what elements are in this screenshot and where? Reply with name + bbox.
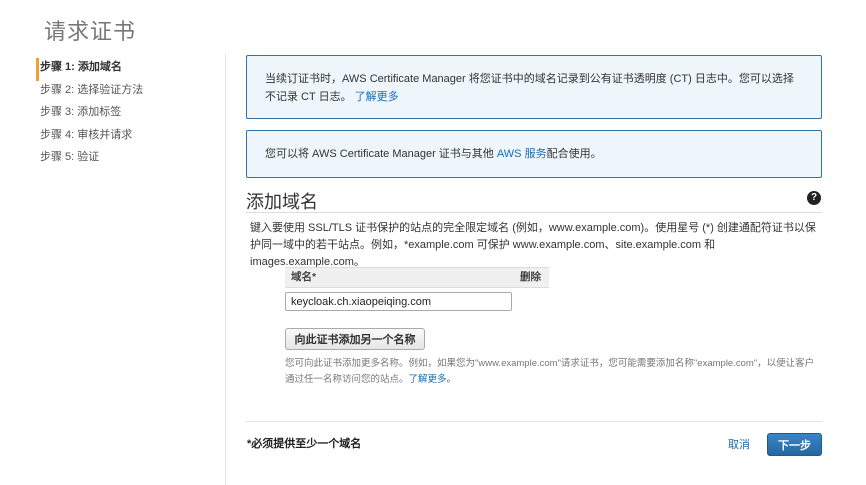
- domain-name-table: 域名* 删除: [285, 267, 549, 311]
- step-5-validation[interactable]: 步骤 5: 验证: [36, 148, 222, 171]
- ct-logging-info-box: 当续订证书时，AWS Certificate Manager 将您证书中的域名记…: [246, 55, 822, 119]
- page-title: 请求证书: [44, 19, 137, 44]
- step-4-review[interactable]: 步骤 4: 审核并请求: [36, 126, 222, 149]
- add-hint-text: 您可向此证书添加更多名称。例如，如果您为"www.example.com"请求证…: [285, 358, 815, 385]
- domain-name-input[interactable]: [285, 292, 512, 311]
- step-1-add-domain[interactable]: 步骤 1: 添加域名: [36, 58, 222, 81]
- ct-info-text: 当续订证书时，AWS Certificate Manager 将您证书中的域名记…: [265, 73, 794, 103]
- cancel-link[interactable]: 取消: [728, 436, 750, 452]
- aws-services-link[interactable]: AWS 服务: [497, 148, 547, 160]
- add-name-hint: 您可向此证书添加更多名称。例如，如果您为"www.example.com"请求证…: [285, 356, 820, 388]
- required-note: *必须提供至少一个域名: [247, 438, 362, 450]
- ct-learn-more-link[interactable]: 了解更多: [355, 91, 399, 103]
- services-info-text-before: 您可以将 AWS Certificate Manager 证书与其他: [265, 148, 497, 160]
- step-3-add-tags[interactable]: 步骤 3: 添加标签: [36, 103, 222, 126]
- wizard-steps: 步骤 1: 添加域名 步骤 2: 选择验证方法 步骤 3: 添加标签 步骤 4:…: [36, 58, 222, 171]
- domain-table-header: 域名* 删除: [285, 267, 549, 288]
- help-icon[interactable]: ?: [807, 191, 821, 205]
- add-hint-learn-more-link[interactable]: 了解更多。: [409, 374, 457, 385]
- step-2-select-validation[interactable]: 步骤 2: 选择验证方法: [36, 81, 222, 104]
- section-description: 键入要使用 SSL/TLS 证书保护的站点的完全限定域名 (例如，www.exa…: [250, 222, 816, 268]
- sidebar-divider: [225, 54, 226, 485]
- aws-services-info-box: 您可以将 AWS Certificate Manager 证书与其他 AWS 服…: [246, 130, 822, 178]
- add-another-name-button[interactable]: 向此证书添加另一个名称: [285, 328, 425, 350]
- column-header-delete: 删除: [520, 271, 541, 283]
- next-button[interactable]: 下一步: [767, 433, 822, 456]
- section-title: 添加域名: [246, 192, 318, 212]
- section-divider: [246, 212, 822, 213]
- services-info-text-after: 配合使用。: [546, 148, 602, 160]
- footer-divider: [246, 421, 822, 422]
- column-header-domain: 域名*: [291, 271, 317, 283]
